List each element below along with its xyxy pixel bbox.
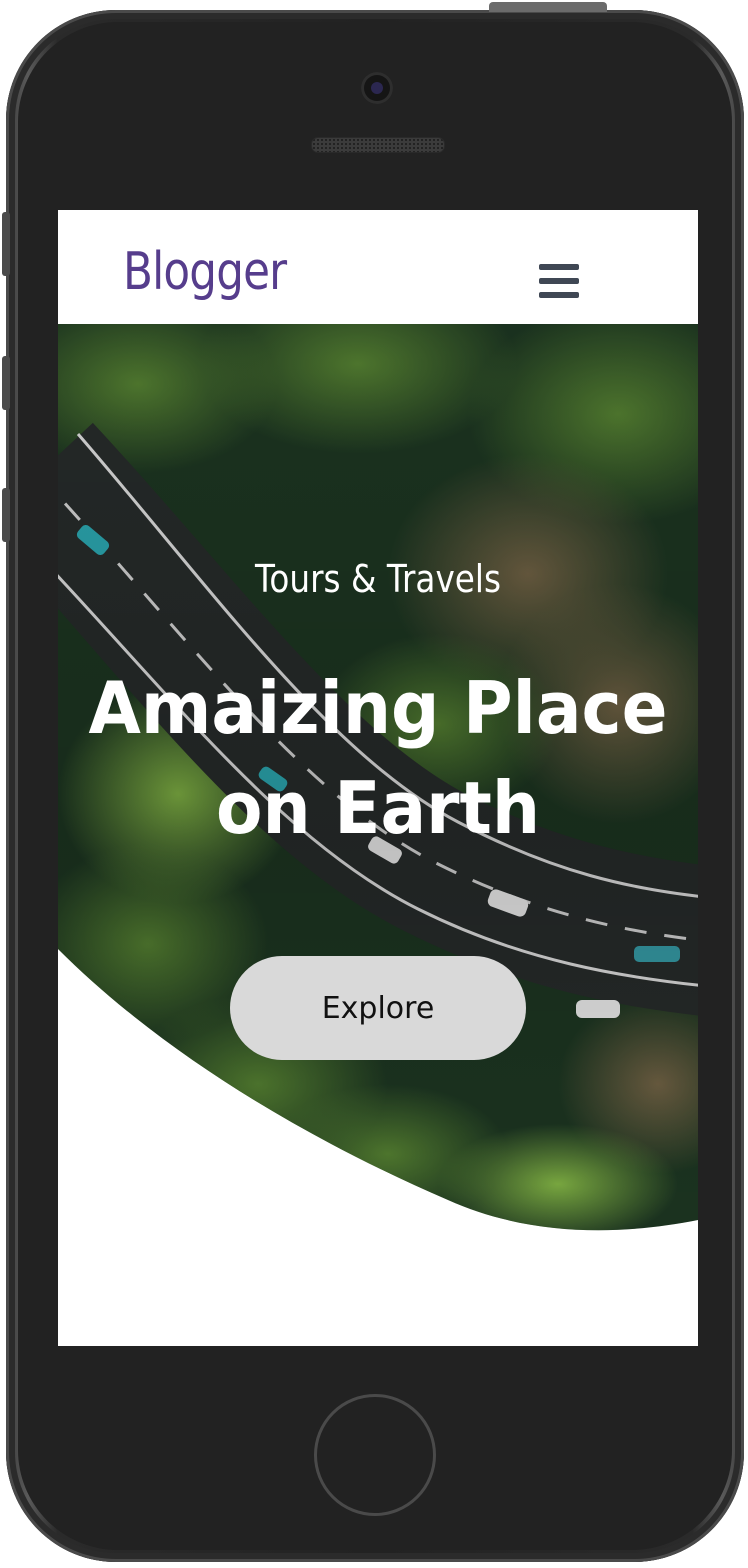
navbar: Blogger <box>58 210 698 324</box>
explore-button[interactable]: Explore <box>230 956 526 1060</box>
hero-title-line: Amaizing Place <box>88 666 668 750</box>
power-button <box>489 2 607 12</box>
hamburger-menu-icon[interactable] <box>539 264 579 300</box>
front-camera-icon <box>361 72 393 104</box>
hero-section: Tours & Travels Amaizing Place on Earth … <box>58 324 698 1346</box>
earpiece-speaker <box>311 137 445 153</box>
home-button[interactable] <box>314 1394 436 1516</box>
hero-subtitle: Tours & Travels <box>254 557 502 601</box>
menu-bar <box>539 264 579 270</box>
volume-down-button <box>2 488 10 542</box>
mute-switch <box>2 212 10 276</box>
phone-screen: Blogger Tours & Travels Amaizing Place o… <box>58 210 698 1346</box>
menu-bar <box>539 278 579 284</box>
menu-bar <box>539 292 579 298</box>
hero-title-line: on Earth <box>215 766 541 850</box>
volume-up-button <box>2 356 10 410</box>
site-logo[interactable]: Blogger <box>123 246 287 298</box>
hero-title: Amaizing Place on Earth <box>77 658 679 858</box>
